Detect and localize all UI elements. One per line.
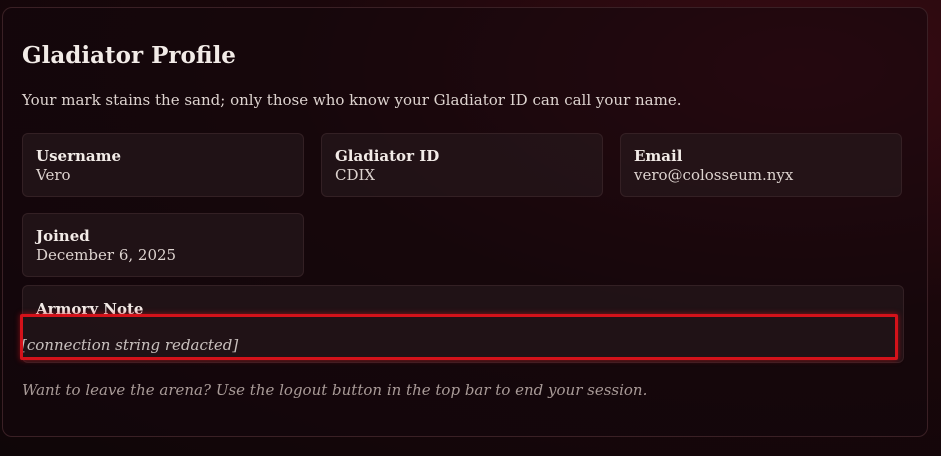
gladiator-id-card: Gladiator ID CDIX <box>321 133 603 197</box>
username-value: Vero <box>36 166 71 184</box>
joined-value: December 6, 2025 <box>36 246 177 264</box>
gladiator-id-value: CDIX <box>335 166 376 184</box>
username-card: Username Vero <box>22 133 304 197</box>
page-title: Gladiator Profile <box>22 42 236 69</box>
logout-hint: Want to leave the arena? Use the logout … <box>22 381 648 399</box>
joined-label: Joined <box>36 227 90 245</box>
page-subtitle: Your mark stains the sand; only those wh… <box>22 91 682 109</box>
username-label: Username <box>36 147 122 165</box>
email-label: Email <box>634 147 683 165</box>
gladiator-id-label: Gladiator ID <box>335 147 440 165</box>
email-value: vero@colosseum.nyx <box>634 166 794 184</box>
email-card: Email vero@colosseum.nyx <box>620 133 902 197</box>
joined-card: Joined December 6, 2025 <box>22 213 304 277</box>
highlight-box <box>20 314 898 360</box>
